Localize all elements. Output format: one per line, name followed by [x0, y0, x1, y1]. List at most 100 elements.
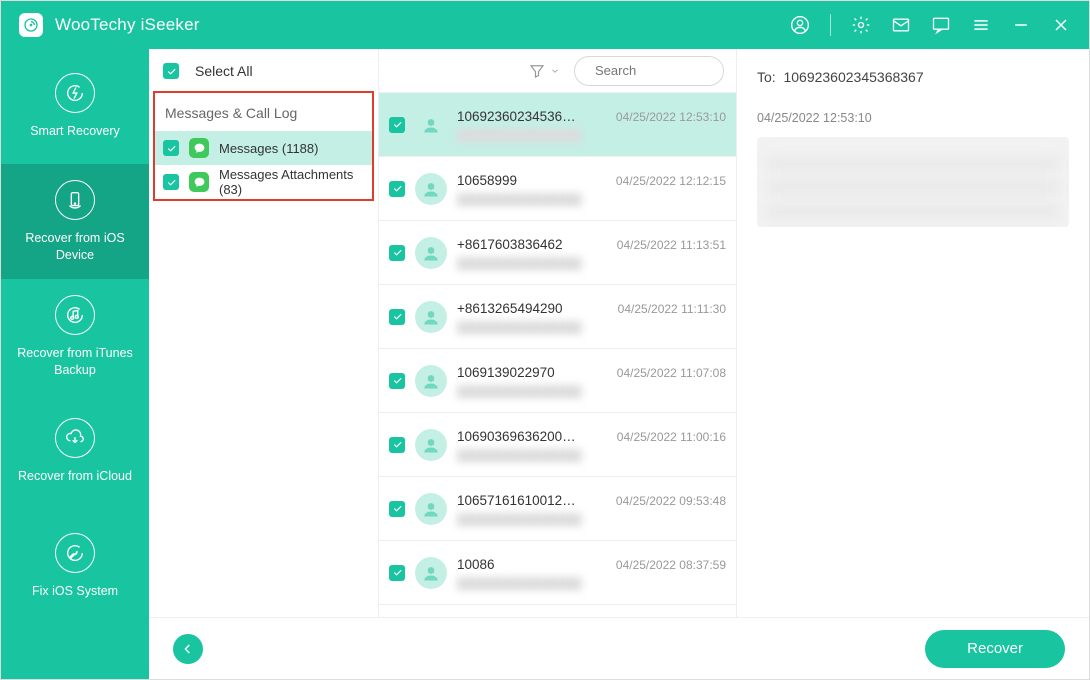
category-group-highlight: Messages & Call Log Messages (1188) Mess…	[153, 91, 374, 201]
message-row[interactable]: 10086 04/25/2022 08:37:59	[379, 541, 736, 605]
titlebar-actions	[790, 14, 1071, 36]
message-from: +8613265494290	[457, 301, 563, 316]
message-checkbox[interactable]	[389, 437, 405, 453]
sidebar-item-label: Fix iOS System	[32, 583, 118, 599]
category-item-label: Messages (1188)	[219, 141, 318, 156]
main-content: Select All Messages & Call Log Messages …	[149, 49, 1089, 617]
avatar-icon	[415, 365, 447, 397]
message-time: 04/25/2022 12:12:15	[616, 174, 726, 188]
message-time: 04/25/2022 08:37:59	[616, 558, 726, 572]
message-time: 04/25/2022 11:07:08	[617, 366, 726, 380]
lightning-refresh-icon	[55, 73, 95, 113]
message-preview-blurred	[457, 386, 699, 396]
avatar-icon	[415, 237, 447, 269]
message-preview-blurred	[457, 194, 699, 204]
sidebar-item-smart-recovery[interactable]: Smart Recovery	[1, 49, 149, 164]
sidebar: Smart Recovery Recover from iOS Device R…	[1, 49, 149, 679]
category-checkbox[interactable]	[163, 140, 179, 156]
app-body: Smart Recovery Recover from iOS Device R…	[1, 49, 1089, 679]
message-row[interactable]: +8617603836462 04/25/2022 11:13:51	[379, 221, 736, 285]
category-group-title: Messages & Call Log	[155, 93, 372, 131]
app-window: WooTechy iSeeker	[0, 0, 1090, 680]
account-icon[interactable]	[790, 15, 810, 35]
messages-app-icon	[189, 172, 209, 192]
search-field[interactable]	[574, 56, 724, 86]
titlebar-divider	[830, 14, 831, 36]
message-from: 10657161610012…	[457, 493, 576, 508]
wrench-refresh-icon	[55, 533, 95, 573]
message-time: 04/25/2022 11:11:30	[618, 302, 726, 316]
message-row[interactable]: +8613265494290 04/25/2022 11:11:30	[379, 285, 736, 349]
detail-to-line: To: 106923602345368367	[757, 69, 1069, 85]
message-from: 10690369636200…	[457, 429, 576, 444]
message-checkbox[interactable]	[389, 565, 405, 581]
message-row[interactable]: 10692360234536… 04/25/2022 12:53:10	[379, 93, 736, 157]
avatar-icon	[415, 109, 447, 141]
mail-icon[interactable]	[891, 15, 911, 35]
back-button[interactable]	[173, 634, 203, 664]
minimize-icon[interactable]	[1011, 15, 1031, 35]
sidebar-item-recover-icloud[interactable]: Recover from iCloud	[1, 394, 149, 509]
select-all-row[interactable]: Select All	[149, 49, 378, 91]
message-list-panel: 10692360234536… 04/25/2022 12:53:10 1065…	[379, 49, 737, 617]
message-from: 10692360234536…	[457, 109, 576, 124]
footer: Recover	[149, 617, 1089, 679]
category-checkbox[interactable]	[163, 174, 179, 190]
message-preview-blurred	[457, 258, 699, 268]
message-from: +8617603836462	[457, 237, 563, 252]
message-checkbox[interactable]	[389, 245, 405, 261]
message-checkbox[interactable]	[389, 181, 405, 197]
cloud-download-icon	[55, 418, 95, 458]
category-item-attachments[interactable]: Messages Attachments (83)	[155, 165, 372, 199]
music-refresh-icon	[55, 295, 95, 335]
sidebar-item-label: Smart Recovery	[30, 123, 120, 139]
message-checkbox[interactable]	[389, 117, 405, 133]
message-list[interactable]: 10692360234536… 04/25/2022 12:53:10 1065…	[379, 93, 736, 617]
sidebar-item-fix-ios[interactable]: Fix iOS System	[1, 509, 149, 624]
message-preview-blurred	[457, 450, 699, 460]
app-logo	[19, 13, 43, 37]
menu-icon[interactable]	[971, 15, 991, 35]
message-preview-blurred	[457, 578, 699, 588]
detail-to-label: To:	[757, 69, 776, 85]
detail-date: 04/25/2022 12:53:10	[757, 111, 1069, 125]
avatar-icon	[415, 557, 447, 589]
sidebar-item-label: Recover from iOS Device	[11, 230, 139, 263]
message-toolbar	[379, 49, 736, 93]
message-checkbox[interactable]	[389, 309, 405, 325]
message-row[interactable]: 1069139022970 04/25/2022 11:07:08	[379, 349, 736, 413]
message-from: 10086	[457, 557, 495, 572]
message-checkbox[interactable]	[389, 373, 405, 389]
avatar-icon	[415, 429, 447, 461]
sidebar-item-recover-ios-device[interactable]: Recover from iOS Device	[1, 164, 149, 279]
message-preview-blurred	[457, 514, 699, 524]
message-content-blurred	[757, 137, 1069, 227]
app-title: WooTechy iSeeker	[55, 15, 200, 35]
feedback-icon[interactable]	[931, 15, 951, 35]
message-checkbox[interactable]	[389, 501, 405, 517]
settings-gear-icon[interactable]	[851, 15, 871, 35]
message-time: 04/25/2022 11:00:16	[617, 430, 726, 444]
message-time: 04/25/2022 11:13:51	[617, 238, 726, 252]
sidebar-item-label: Recover from iTunes Backup	[11, 345, 139, 378]
sidebar-item-label: Recover from iCloud	[18, 468, 132, 484]
message-time: 04/25/2022 09:53:48	[616, 494, 726, 508]
message-time: 04/25/2022 12:53:10	[616, 110, 726, 124]
recover-button[interactable]: Recover	[925, 630, 1065, 668]
message-from: 1069139022970	[457, 365, 555, 380]
select-all-label: Select All	[195, 63, 253, 79]
close-icon[interactable]	[1051, 15, 1071, 35]
message-preview-blurred	[457, 130, 699, 140]
avatar-icon	[415, 173, 447, 205]
select-all-checkbox[interactable]	[163, 63, 179, 79]
message-row[interactable]: 10657161610012… 04/25/2022 09:53:48	[379, 477, 736, 541]
sidebar-item-recover-itunes[interactable]: Recover from iTunes Backup	[1, 279, 149, 394]
detail-panel: To: 106923602345368367 04/25/2022 12:53:…	[737, 49, 1089, 617]
phone-refresh-icon	[55, 180, 95, 220]
message-row[interactable]: 10658999 04/25/2022 12:12:15	[379, 157, 736, 221]
category-item-messages[interactable]: Messages (1188)	[155, 131, 372, 165]
filter-icon[interactable]	[528, 62, 560, 80]
titlebar: WooTechy iSeeker	[1, 1, 1089, 49]
message-row[interactable]: 10690369636200… 04/25/2022 11:00:16	[379, 413, 736, 477]
category-item-label: Messages Attachments (83)	[219, 167, 364, 197]
